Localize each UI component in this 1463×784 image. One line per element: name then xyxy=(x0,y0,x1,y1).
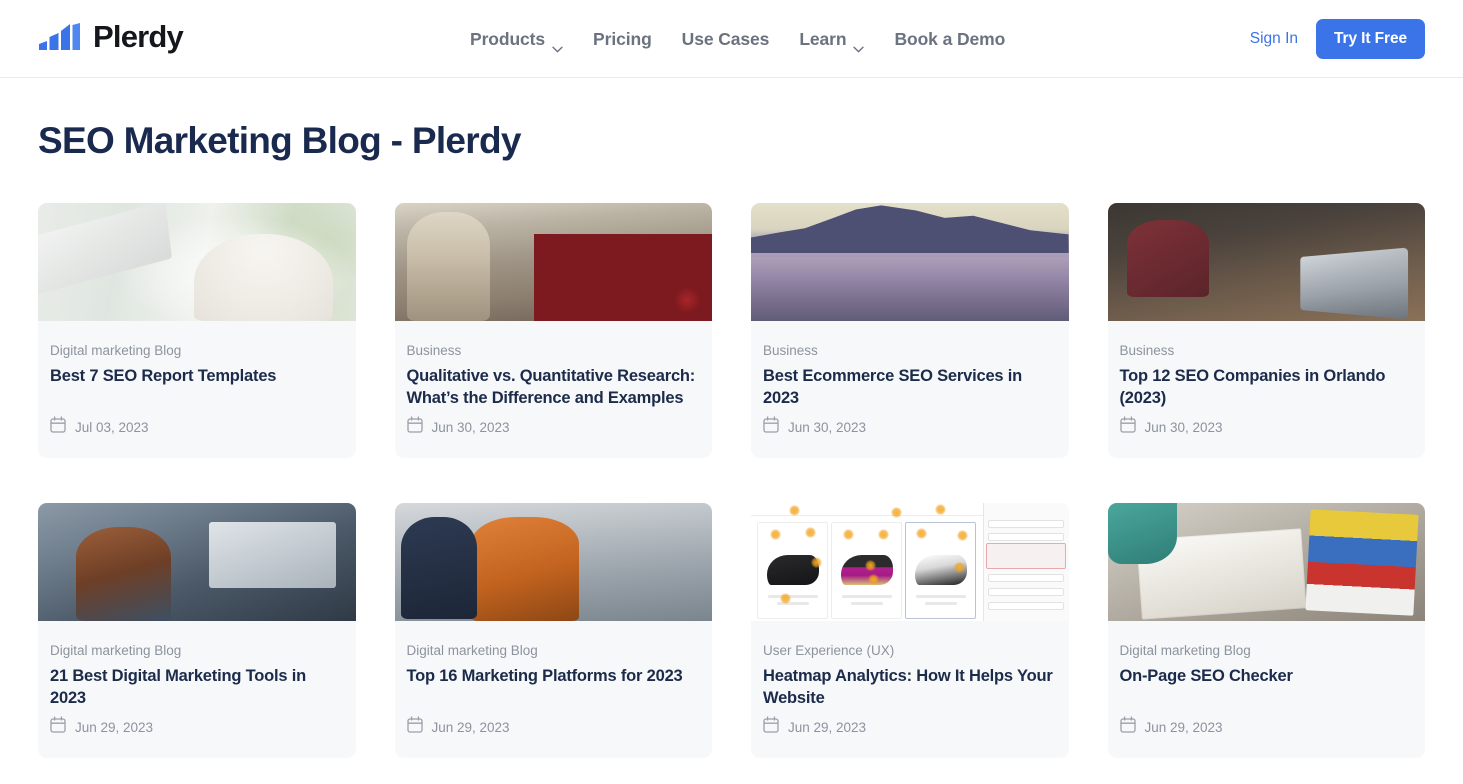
post-date: Jun 30, 2023 xyxy=(431,419,510,435)
post-title: Top 12 SEO Companies in Orlando (2023) xyxy=(1119,367,1386,407)
nav-item-products[interactable]: Products xyxy=(455,28,578,53)
calendar-icon xyxy=(50,416,66,438)
post-category: User Experience (UX) xyxy=(763,643,895,658)
try-it-free-button[interactable]: Try It Free xyxy=(1316,19,1425,59)
heatmap-ecommerce-screenshot xyxy=(751,503,1069,621)
open-book-magazines-photo xyxy=(1107,503,1425,621)
blog-post-grid: Digital marketing Blog Best 7 SEO Report… xyxy=(38,203,1425,758)
nav-item-pricing[interactable]: Pricing xyxy=(578,29,667,50)
card-footer: Jun 29, 2023 xyxy=(1108,716,1426,758)
page-content: SEO Marketing Blog - Plerdy Digital mark… xyxy=(0,120,1463,758)
card-footer: Jun 30, 2023 xyxy=(395,416,713,458)
calendar-icon xyxy=(406,416,423,438)
bar-chart-logo-icon xyxy=(38,23,84,56)
blog-post-card[interactable]: Digital marketing Blog 21 Best Digital M… xyxy=(38,503,356,758)
calendar-icon xyxy=(50,716,66,738)
calendar-icon xyxy=(763,416,779,438)
post-category: Digital marketing Blog xyxy=(50,643,182,658)
blog-post-card[interactable]: Business Best Ecommerce SEO Services in … xyxy=(751,203,1069,458)
heatmap-dot xyxy=(890,506,902,518)
post-date: Jun 30, 2023 xyxy=(1144,419,1223,435)
brand-logo-link[interactable]: Plerdy xyxy=(38,17,214,56)
post-date: Jun 29, 2023 xyxy=(75,719,154,735)
heatmap-dot xyxy=(770,528,782,540)
card-body: Business Top 12 SEO Companies in Orlando… xyxy=(1108,321,1426,416)
heatmap-dot xyxy=(779,592,791,604)
blog-post-card[interactable]: Business Qualitative vs. Quantitative Re… xyxy=(394,203,713,458)
card-body: Digital marketing Blog 21 Best Digital M… xyxy=(38,621,356,716)
nav-item-label: Products xyxy=(470,28,546,49)
card-footer: Jun 29, 2023 xyxy=(395,716,713,758)
post-title: Qualitative vs. Quantitative Research: W… xyxy=(406,367,696,407)
mountain-fog-photo xyxy=(751,203,1069,321)
post-category: Digital marketing Blog xyxy=(406,643,538,658)
card-body: Business Best Ecommerce SEO Services in … xyxy=(751,321,1069,416)
main-navigation: Products Pricing Use Cases Learn Book a … xyxy=(455,0,1020,78)
blog-post-card[interactable]: Digital marketing Blog Top 16 Marketing … xyxy=(394,503,713,758)
card-body: Digital marketing Blog Top 16 Marketing … xyxy=(395,621,713,716)
card-footer: Jun 29, 2023 xyxy=(751,716,1069,758)
heatmap-dot xyxy=(878,528,889,540)
nav-item-label: Book a Demo xyxy=(894,28,1006,49)
nav-item-label: Pricing xyxy=(593,28,652,49)
page-title: SEO Marketing Blog - Plerdy xyxy=(38,120,521,161)
blog-post-card[interactable]: User Experience (UX) Heatmap Analytics: … xyxy=(751,503,1069,758)
post-date: Jun 29, 2023 xyxy=(788,719,867,735)
chevron-down-icon xyxy=(552,37,563,53)
screenshot-product-card xyxy=(757,521,829,619)
screenshot-filter-panel xyxy=(982,503,1069,621)
two-men-electronics-store-photo xyxy=(394,503,712,621)
post-title: Best Ecommerce SEO Services in 2023 xyxy=(763,367,1023,407)
post-category: Business xyxy=(406,343,462,358)
office-meeting-laptops-photo xyxy=(1107,203,1425,321)
card-body: Digital marketing Blog On-Page SEO Check… xyxy=(1108,621,1426,716)
card-body: User Experience (UX) Heatmap Analytics: … xyxy=(751,621,1069,716)
header-actions: Sign In Try It Free xyxy=(1250,0,1425,78)
post-title: Best 7 SEO Report Templates xyxy=(50,367,277,386)
post-title: On-Page SEO Checker xyxy=(1119,667,1293,686)
nav-item-use-cases[interactable]: Use Cases xyxy=(667,29,785,50)
card-footer: Jun 30, 2023 xyxy=(1108,416,1426,458)
sign-in-link[interactable]: Sign In xyxy=(1250,30,1298,48)
post-date: Jun 29, 2023 xyxy=(431,719,510,735)
nav-item-learn[interactable]: Learn xyxy=(784,28,879,53)
post-date: Jun 30, 2023 xyxy=(788,419,867,435)
blog-post-card[interactable]: Digital marketing Blog Best 7 SEO Report… xyxy=(38,203,356,458)
post-title: 21 Best Digital Marketing Tools in 2023 xyxy=(50,667,307,707)
blog-post-card[interactable]: Business Top 12 SEO Companies in Orlando… xyxy=(1107,203,1426,458)
blog-post-card[interactable]: Digital marketing Blog On-Page SEO Check… xyxy=(1107,503,1426,758)
woman-at-desk-monitors-photo xyxy=(38,503,356,621)
post-title: Heatmap Analytics: How It Helps Your Web… xyxy=(763,667,1053,707)
calendar-icon xyxy=(763,716,779,738)
ukraine-flag-icon xyxy=(189,18,214,35)
calendar-icon xyxy=(406,716,423,738)
nav-item-label: Learn xyxy=(799,28,847,49)
card-footer: Jul 03, 2023 xyxy=(38,416,356,458)
post-category: Digital marketing Blog xyxy=(50,343,182,358)
heatmap-dot xyxy=(843,528,855,540)
post-category: Business xyxy=(1119,343,1175,358)
chevron-down-icon xyxy=(853,37,865,53)
post-category: Business xyxy=(763,343,818,358)
card-body: Business Qualitative vs. Quantitative Re… xyxy=(395,321,713,416)
calendar-icon xyxy=(1119,416,1136,438)
calendar-icon xyxy=(1119,716,1136,738)
heatmap-dot xyxy=(865,559,877,571)
office-woman-document-photo xyxy=(38,203,356,321)
post-title: Top 16 Marketing Platforms for 2023 xyxy=(406,667,683,686)
card-body: Digital marketing Blog Best 7 SEO Report… xyxy=(38,321,356,416)
site-header: Plerdy Products Pricing Use Cases Learn … xyxy=(0,0,1463,78)
heatmap-dot xyxy=(804,526,816,538)
card-footer: Jun 29, 2023 xyxy=(38,716,356,758)
brand-name: Plerdy xyxy=(93,19,184,54)
nav-item-label: Use Cases xyxy=(681,28,770,49)
teal-sleeve-shape xyxy=(1107,503,1178,565)
post-date: Jun 29, 2023 xyxy=(1144,719,1223,735)
post-date: Jul 03, 2023 xyxy=(75,419,149,435)
market-fruit-stall-photo xyxy=(394,203,712,321)
heatmap-dot xyxy=(916,527,928,539)
card-footer: Jun 30, 2023 xyxy=(751,416,1069,458)
post-category: Digital marketing Blog xyxy=(1119,643,1251,658)
nav-item-book-a-demo[interactable]: Book a Demo xyxy=(879,29,1020,50)
